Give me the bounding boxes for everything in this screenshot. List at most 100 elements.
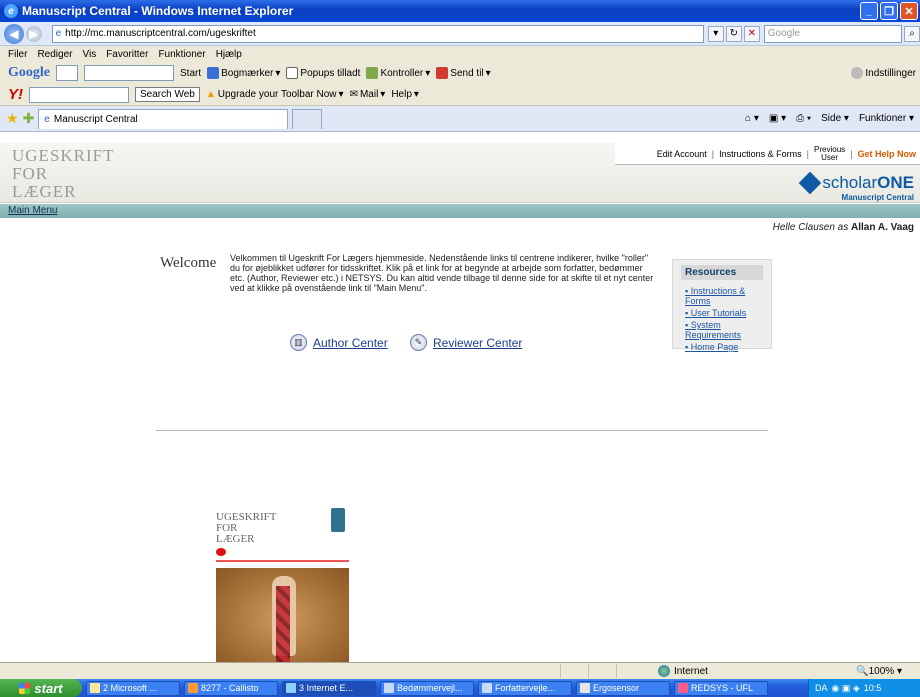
start-button[interactable]: start	[0, 679, 82, 697]
search-web-button[interactable]: Search Web	[135, 87, 200, 102]
check-button[interactable]: Kontroller ▾	[366, 67, 430, 79]
resources-title: Resources	[681, 265, 763, 280]
popup-icon	[286, 67, 299, 79]
forward-button[interactable]: ▶	[25, 25, 42, 42]
send-button[interactable]: Send til ▾	[436, 67, 491, 79]
menu-file[interactable]: Filer	[8, 49, 27, 60]
menu-edit[interactable]: Rediger	[37, 49, 72, 60]
tools-menu[interactable]: Funktioner ▾	[859, 113, 914, 124]
menu-help[interactable]: Hjælp	[216, 49, 242, 60]
spellcheck-icon	[366, 67, 379, 79]
new-tab-button[interactable]	[292, 108, 323, 129]
window-titlebar: e Manuscript Central - Windows Internet …	[0, 0, 920, 22]
cover-red-line	[216, 560, 349, 562]
window-title: Manuscript Central - Windows Internet Ex…	[22, 4, 294, 18]
cover-ribbon	[276, 586, 290, 662]
popups-button[interactable]: Popups tilladt	[286, 67, 360, 79]
page-content: UGESKRIFT FOR LÆGER Edit Account | Instr…	[0, 133, 920, 662]
cover-brand: UGESKRIFT FOR LÆGER	[216, 511, 277, 545]
resource-requirements-link[interactable]: System Requirements	[685, 320, 771, 340]
office-icon	[90, 683, 100, 693]
zoom-icon: 🔍	[856, 665, 869, 677]
stop-icon[interactable]: ✕	[743, 25, 760, 42]
welcome-heading: Welcome	[160, 255, 217, 271]
search-icon[interactable]: ⌕	[904, 25, 920, 42]
close-button[interactable]: ✕	[900, 2, 918, 20]
address-input[interactable]: e http://mc.manuscriptcentral.com/ugeskr…	[51, 24, 704, 43]
task-redsys[interactable]: REDSYS - UFL	[674, 680, 768, 696]
author-center-link[interactable]: ▥ Author Center	[290, 334, 388, 351]
journal-brand: UGESKRIFT FOR LÆGER	[12, 146, 115, 201]
word-icon	[482, 683, 492, 693]
star-icon	[207, 67, 220, 79]
scholarone-diamond-icon	[799, 171, 822, 195]
taskbar: start 2 Microsoft ... 8277 - Callisto 3 …	[0, 679, 920, 697]
app-icon	[678, 683, 688, 693]
resource-instructions-link[interactable]: Instructions & Forms	[685, 286, 771, 306]
help-button[interactable]: Help ▾	[391, 89, 419, 100]
resource-tutorials-link[interactable]: User Tutorials	[685, 308, 771, 318]
bookmarks-button[interactable]: Bogmærker ▾	[207, 67, 280, 79]
top-links: Edit Account | Instructions & Forms | Pr…	[615, 143, 920, 165]
status-bar: Internet 🔍100% ▾	[0, 662, 920, 679]
favorites-star-icon[interactable]: ★	[6, 110, 19, 127]
google-toolbar: Google Start Bogmærker ▾ Popups tilladt …	[0, 62, 920, 84]
language-indicator[interactable]: DA	[815, 683, 828, 693]
zoom-level[interactable]: 🔍100% ▾	[856, 666, 902, 677]
menu-tools[interactable]: Funktioner	[158, 49, 205, 60]
word-icon	[384, 683, 394, 693]
yahoo-logo: Y!	[8, 86, 23, 103]
google-start-button[interactable]: Start	[180, 68, 201, 79]
reviewer-center-link[interactable]: ✎ Reviewer Center	[410, 334, 522, 351]
home-icon[interactable]: ⌂ ▾	[745, 113, 759, 124]
divider	[156, 430, 768, 431]
ie-icon	[286, 683, 296, 693]
author-book-icon: ▥	[290, 334, 307, 351]
back-button[interactable]: ◀	[4, 23, 24, 44]
maximize-button[interactable]: ❐	[880, 2, 898, 20]
get-help-link[interactable]: Get Help Now	[857, 149, 916, 159]
gear-icon	[851, 67, 864, 79]
google-menu-button[interactable]	[56, 65, 78, 81]
scholarone-logo: scholarONE Manuscript Central	[799, 171, 914, 202]
refresh-icon[interactable]: ↻	[725, 25, 742, 42]
address-bar-row: ◀ ▶ e http://mc.manuscriptcentral.com/ug…	[0, 22, 920, 46]
feeds-icon[interactable]: ▣ ▾	[769, 113, 786, 124]
edit-account-link[interactable]: Edit Account	[657, 149, 707, 159]
security-zone: Internet	[658, 665, 708, 677]
task-bedommer[interactable]: Bedømmervejl...	[380, 680, 474, 696]
search-input[interactable]: Google	[763, 24, 903, 43]
journal-cover-image: UGESKRIFT FOR LÆGER	[214, 506, 352, 662]
instructions-forms-link[interactable]: Instructions & Forms	[719, 149, 802, 159]
page-menu[interactable]: Side ▾	[821, 113, 849, 124]
tab-row: ★ ✚ e Manuscript Central ⌂ ▾ ▣ ▾ ⎙ ▾ Sid…	[0, 106, 920, 132]
task-ergosensor[interactable]: Ergosensor	[576, 680, 670, 696]
cover-red-mark	[216, 548, 226, 556]
tab-manuscript-central[interactable]: e Manuscript Central	[38, 108, 289, 129]
main-menu-link[interactable]: Main Menu	[8, 205, 57, 216]
upgrade-toolbar-link[interactable]: ▲ Upgrade your Toolbar Now ▾	[206, 89, 344, 100]
menu-favorites[interactable]: Favoritter	[106, 49, 148, 60]
search-placeholder: Google	[767, 28, 801, 39]
minimize-button[interactable]: _	[860, 2, 878, 20]
add-favorite-icon[interactable]: ✚	[23, 110, 35, 127]
yahoo-search-input[interactable]	[29, 86, 129, 103]
print-icon[interactable]: ⎙ ▾	[796, 113, 811, 124]
previous-user-link[interactable]: Previous User	[814, 145, 845, 162]
tray-icons[interactable]: ◉ ▣ ◈	[832, 683, 860, 694]
resource-homepage-link[interactable]: Home Page	[685, 342, 771, 352]
task-callisto[interactable]: 8277 - Callisto	[184, 680, 278, 696]
settings-button[interactable]: Indstillinger	[851, 67, 916, 79]
cover-emblem-icon	[331, 508, 345, 532]
google-search-input[interactable]	[84, 65, 174, 81]
task-internet-explorer[interactable]: 3 Internet E...	[282, 680, 376, 696]
dropdown-arrow-icon[interactable]: ▾	[707, 25, 724, 42]
welcome-text: Velkommen til Ugeskrift For Lægers hjemm…	[230, 253, 654, 293]
task-forfatter[interactable]: Forfattervejle...	[478, 680, 572, 696]
menu-view[interactable]: Vis	[82, 49, 96, 60]
main-menu-bar: Main Menu	[0, 204, 920, 218]
mail-button[interactable]: ✉ Mail ▾	[350, 89, 386, 100]
task-microsoft[interactable]: 2 Microsoft ...	[86, 680, 180, 696]
send-icon	[436, 67, 449, 79]
ie-logo-icon: e	[4, 4, 18, 18]
